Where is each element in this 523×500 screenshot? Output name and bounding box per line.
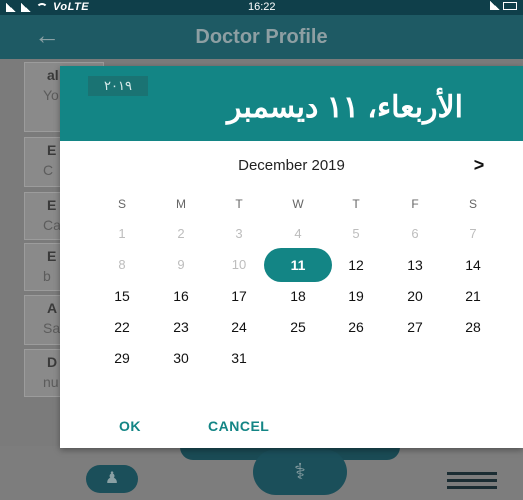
calendar-day[interactable]: 29 <box>102 350 142 366</box>
weekday-label: F <box>411 197 419 211</box>
calendar-day-disabled: 6 <box>411 226 419 241</box>
calendar-day[interactable]: 26 <box>336 319 376 335</box>
calendar-day-disabled: 8 <box>118 257 126 272</box>
calendar-day[interactable]: 16 <box>161 288 201 304</box>
card-label: A <box>47 300 58 316</box>
wifi-icon <box>36 2 48 12</box>
signal-icon <box>490 1 500 10</box>
calendar-day-disabled: 7 <box>469 226 477 241</box>
week-row: 8 9 10 11 12 13 14 <box>94 248 506 282</box>
calendar-day[interactable]: 24 <box>219 319 259 335</box>
card-value: nu <box>43 374 59 390</box>
calendar-day[interactable]: 25 <box>278 319 318 335</box>
calendar-day[interactable]: 19 <box>336 288 376 304</box>
calendar-day[interactable]: 23 <box>161 319 201 335</box>
card-label: D <box>47 354 58 370</box>
ok-button[interactable]: OK <box>119 418 141 434</box>
card-label: E <box>47 142 57 158</box>
calendar-day[interactable]: 31 <box>219 350 259 366</box>
weekday-label: M <box>176 197 186 211</box>
card-value: C <box>43 162 54 178</box>
calendar-day-disabled: 1 <box>118 226 126 241</box>
card-label: al <box>47 67 59 83</box>
person-icon[interactable]: ♟ <box>86 465 138 493</box>
card-label: E <box>47 248 57 264</box>
calendar-day[interactable]: 20 <box>395 288 435 304</box>
calendar-day[interactable]: 18 <box>278 288 318 304</box>
calendar-day[interactable]: 15 <box>102 288 142 304</box>
calendar-grid: S M T W T F S 1 2 3 4 5 6 7 8 9 10 11 12… <box>94 188 506 374</box>
calendar-day[interactable]: 17 <box>219 288 259 304</box>
cancel-button[interactable]: CANCEL <box>208 418 269 434</box>
calendar-day[interactable]: 27 <box>395 319 435 335</box>
week-row: 15 16 17 18 19 20 21 <box>94 281 506 312</box>
date-picker-header: ٢٠١٩ الأربعاء، ١١ ديسمبر <box>60 66 523 141</box>
calendar-day-disabled: 2 <box>177 226 185 241</box>
week-row: 29 30 31 <box>94 343 506 374</box>
weekday-header-row: S M T W T F S <box>94 188 506 219</box>
chevron-right-icon[interactable]: > <box>470 154 488 176</box>
weekday-label: S <box>117 197 126 211</box>
calendar-day-disabled: 10 <box>231 257 247 272</box>
card-value: Sa <box>43 320 61 336</box>
weekday-label: T <box>235 197 243 211</box>
card-value: Yo <box>43 87 59 103</box>
calendar-day[interactable]: 30 <box>161 350 201 366</box>
calendar-day[interactable]: 12 <box>336 257 376 273</box>
card-value: Ca <box>43 217 61 233</box>
calendar-day-selected[interactable]: 11 <box>278 257 318 273</box>
status-bar: VoLTE 16:22 <box>0 0 523 15</box>
menu-icon[interactable] <box>447 472 497 489</box>
date-picker-dialog: ٢٠١٩ الأربعاء، ١١ ديسمبر December 2019 >… <box>60 66 523 448</box>
stethoscope-icon[interactable]: ⚕ <box>253 449 347 495</box>
calendar-day-disabled: 4 <box>294 226 302 241</box>
week-row: 22 23 24 25 26 27 28 <box>94 312 506 343</box>
card-value: b <box>43 268 51 284</box>
weekday-label: T <box>352 197 360 211</box>
calendar-day[interactable]: 28 <box>453 319 493 335</box>
calendar-day[interactable]: 22 <box>102 319 142 335</box>
card-label: E <box>47 197 57 213</box>
calendar-day-disabled: 3 <box>235 226 243 241</box>
month-label: December 2019 <box>238 157 345 174</box>
signal-icon <box>6 2 16 12</box>
weekday-label: W <box>292 197 304 211</box>
status-time: 16:22 <box>248 1 276 13</box>
selected-date-label: الأربعاء، ١١ ديسمبر <box>226 91 463 124</box>
calendar-day[interactable]: 14 <box>453 257 493 273</box>
app-bar: ← Doctor Profile <box>0 15 523 59</box>
calendar-day[interactable]: 13 <box>395 257 435 273</box>
page-title: Doctor Profile <box>195 26 328 48</box>
week-row: 1 2 3 4 5 6 7 <box>94 219 506 250</box>
network-label: VoLTE <box>53 1 90 13</box>
weekday-label: S <box>468 197 477 211</box>
calendar-day-disabled: 9 <box>177 257 185 272</box>
signal-icon <box>21 2 31 12</box>
calendar-day[interactable]: 21 <box>453 288 493 304</box>
battery-icon <box>503 1 517 10</box>
calendar-day-disabled: 5 <box>352 226 360 241</box>
